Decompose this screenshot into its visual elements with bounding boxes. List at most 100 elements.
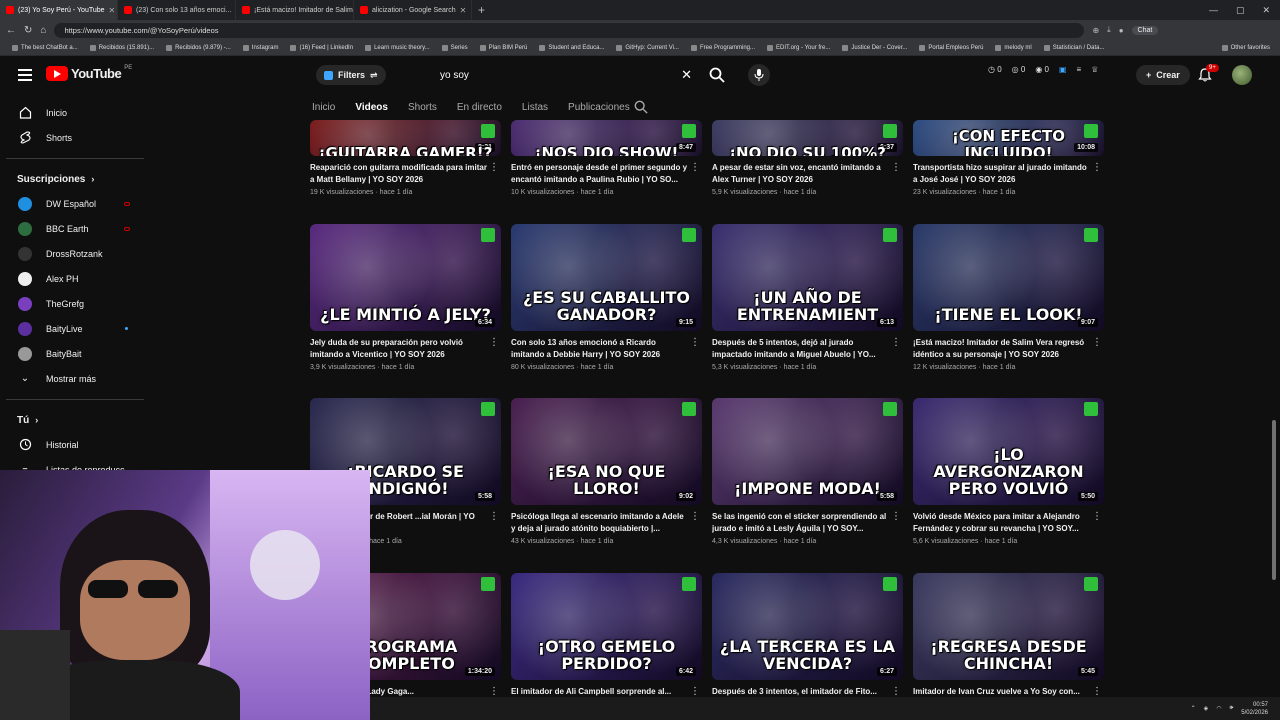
tray-chevron-icon[interactable]: ⌃ (1191, 705, 1196, 712)
video-card[interactable]: ¡ESA NO QUE LLORO! 9:02 Psicóloga llega al… (511, 398, 702, 545)
tab-videos[interactable]: Videos (355, 102, 388, 113)
url-field[interactable]: https://www.youtube.com/@YoSoyPerú/video… (54, 22, 1085, 38)
more-options-icon[interactable]: ⋮ (489, 686, 499, 697)
video-thumbnail[interactable]: ¡LO AVERGONZARON PERO VOLVIÓ 5:50 (913, 398, 1104, 505)
video-card[interactable]: ¡REGRESA DESDE CHINCHA! 5:45 Imitador de I… (913, 573, 1104, 713)
close-window-icon[interactable]: ✕ (1262, 5, 1270, 16)
wifi-icon[interactable]: ◠ (1216, 705, 1221, 712)
channel-search-icon[interactable] (634, 100, 648, 114)
video-card[interactable]: 8:47 ¡NOS DIO SHOW! Entró en personaje des… (511, 120, 702, 196)
video-thumbnail[interactable]: ¡UN AÑO DE ENTRENAMIENT 6:13 (712, 224, 903, 331)
sidebar-subscription[interactable]: DW Español (0, 191, 150, 216)
video-thumbnail[interactable]: ¡REGRESA DESDE CHINCHA! 5:45 (913, 573, 1104, 680)
more-options-icon[interactable]: ⋮ (690, 337, 700, 348)
other-favorites[interactable]: Other favorites (1216, 44, 1280, 51)
bookmark-item[interactable]: EDIT.org - Your fre... (761, 44, 836, 51)
you-header[interactable]: Tú › (0, 408, 150, 432)
more-options-icon[interactable]: ⋮ (690, 162, 700, 173)
subscriptions-header[interactable]: Suscripciones › (0, 167, 150, 191)
clock[interactable]: 00:57 5/02/2026 (1241, 701, 1268, 717)
more-options-icon[interactable]: ⋮ (1092, 511, 1102, 522)
search-button[interactable] (702, 63, 732, 87)
video-title[interactable]: Después de 5 intentos, dejó al jurado im… (712, 337, 889, 361)
video-title[interactable]: Jely duda de su preparación pero volvió … (310, 337, 487, 361)
video-title[interactable]: Con solo 13 años emocionó a Ricardo imit… (511, 337, 688, 361)
counter-2[interactable]: ◎ 0 (1012, 65, 1026, 74)
page-scrollbar[interactable] (1272, 420, 1276, 580)
bookmark-item[interactable]: Instagram (237, 44, 285, 51)
bookmark-item[interactable]: Recibidos (9.879) -... (160, 44, 237, 51)
minimize-icon[interactable]: — (1209, 5, 1218, 16)
browser-tab[interactable]: (23) Con solo 13 años emoci...✕ (118, 0, 236, 20)
cup-icon[interactable]: ♕ (1091, 65, 1098, 74)
volume-icon[interactable]: 🕪 (1230, 705, 1234, 712)
more-options-icon[interactable]: ⋮ (690, 511, 700, 522)
back-icon[interactable]: ← (6, 25, 16, 36)
video-title[interactable]: Transportista hizo suspirar al jurado im… (913, 162, 1090, 186)
bookmark-item[interactable]: Statistician / Data... (1038, 44, 1111, 51)
video-card[interactable]: 8:21 ¡GUITARRA GAMER!? Reaparició con guit… (310, 120, 501, 196)
bookmark-item[interactable]: (16) Feed | LinkedIn (284, 44, 359, 51)
sidebar-subscription[interactable]: BBC Earth (0, 216, 150, 241)
video-card[interactable]: ¡LO AVERGONZARON PERO VOLVIÓ 5:50 Volvió d… (913, 398, 1104, 545)
create-button[interactable]: + Crear (1136, 65, 1190, 85)
browser-tab[interactable]: (23) Yo Soy Perú - YouTube ✕ (0, 0, 118, 20)
tab-publicaciones[interactable]: Publicaciones (568, 102, 630, 113)
video-card[interactable]: ¡IMPONE MODA! 5:58 Se las ingenió con el s… (712, 398, 903, 545)
tab-inicio[interactable]: Inicio (312, 102, 335, 113)
video-card[interactable]: ¡UN AÑO DE ENTRENAMIENT 6:13 Después de 5 … (712, 224, 903, 371)
more-options-icon[interactable]: ⋮ (1092, 686, 1102, 697)
clear-search-icon[interactable]: ✕ (681, 67, 692, 83)
video-thumbnail[interactable]: 6:37 ¡NO DIO SU 100%? (712, 120, 903, 156)
video-title[interactable]: Psicóloga llega al escenario imitando a … (511, 511, 688, 535)
video-card[interactable]: ¿LE MINTIÓ A JELY? 6:34 Jely duda de su pr… (310, 224, 501, 371)
sidebar-item-historial[interactable]: Historial (0, 432, 150, 457)
sidebar-subscription[interactable]: DrossRotzank (0, 241, 150, 266)
tab-shorts[interactable]: Shorts (408, 102, 437, 113)
menu-icon[interactable] (18, 69, 32, 81)
close-tab-icon[interactable]: ✕ (109, 6, 116, 15)
more-options-icon[interactable]: ⋮ (489, 162, 499, 173)
youtube-logo[interactable]: YouTube PE (46, 65, 132, 81)
close-tab-icon[interactable]: ✕ (460, 6, 467, 15)
bookmark-item[interactable]: Plan BIM Perú (474, 44, 534, 51)
bookmark-item[interactable]: Portal Empleos Perú (913, 44, 989, 51)
video-thumbnail[interactable]: 10:08 ¡CON EFECTO INCLUIDO! (913, 120, 1104, 156)
filters-button[interactable]: Filters ⇌ (316, 65, 386, 85)
sidebar-item-inicio[interactable]: Inicio (0, 100, 150, 125)
video-title[interactable]: Se las ingenió con el sticker sorprendie… (712, 511, 889, 535)
more-options-icon[interactable]: ⋮ (1092, 337, 1102, 348)
bookmark-item[interactable]: Recibidos (15.891)... (84, 44, 160, 51)
video-card[interactable]: 10:08 ¡CON EFECTO INCLUIDO! Transportista … (913, 120, 1104, 196)
more-options-icon[interactable]: ⋮ (1092, 162, 1102, 173)
more-options-icon[interactable]: ⋮ (891, 337, 901, 348)
video-thumbnail[interactable]: ¡IMPONE MODA! 5:58 (712, 398, 903, 505)
sidebar-subscription[interactable]: Alex PH (0, 266, 150, 291)
home-browser-icon[interactable]: ⌂ (40, 25, 46, 36)
video-title[interactable]: A pesar de estar sin voz, encantó imitan… (712, 162, 889, 186)
video-thumbnail[interactable]: ¡TIENE EL LOOK! 9:07 (913, 224, 1104, 331)
tab-en-directo[interactable]: En directo (457, 102, 502, 113)
bookmark-item[interactable]: Justice Der - Cover... (836, 44, 913, 51)
video-thumbnail[interactable]: 8:21 ¡GUITARRA GAMER!? (310, 120, 501, 156)
profile-icon[interactable]: ● (1119, 26, 1124, 35)
more-options-icon[interactable]: ⋮ (891, 162, 901, 173)
voice-search-button[interactable] (748, 64, 770, 86)
new-tab-button[interactable]: + (478, 3, 485, 17)
video-card[interactable]: ¿ES SU CABALLITO GANADOR? 9:15 Con solo 13… (511, 224, 702, 371)
video-thumbnail[interactable]: ¡OTRO GEMELO PERDIDO? 6:42 (511, 573, 702, 680)
video-card[interactable]: ¡TIENE EL LOOK! 9:07 ¡Está macizo! Imitado… (913, 224, 1104, 371)
reload-icon[interactable]: ↻ (24, 25, 32, 36)
extension-icon[interactable]: ⊕ (1092, 26, 1099, 35)
video-thumbnail[interactable]: ¿ES SU CABALLITO GANADOR? 9:15 (511, 224, 702, 331)
tray-app-icon[interactable]: ◈ (1204, 705, 1209, 712)
video-card[interactable]: ¡OTRO GEMELO PERDIDO? 6:42 El imitador de … (511, 573, 702, 713)
video-thumbnail[interactable]: ¿LE MINTIÓ A JELY? 6:34 (310, 224, 501, 331)
counter-1[interactable]: ◷ 0 (988, 65, 1002, 74)
more-options-icon[interactable]: ⋮ (891, 511, 901, 522)
video-card[interactable]: ¿LA TERCERA ES LA VENCIDA? 6:27 Después de… (712, 573, 903, 713)
search-input[interactable]: yo soy ✕ (432, 63, 702, 87)
sidebar-item-shorts[interactable]: Shorts (0, 125, 150, 150)
tab-listas[interactable]: Listas (522, 102, 548, 113)
video-title[interactable]: Volvió desde México para imitar a Alejan… (913, 511, 1090, 535)
